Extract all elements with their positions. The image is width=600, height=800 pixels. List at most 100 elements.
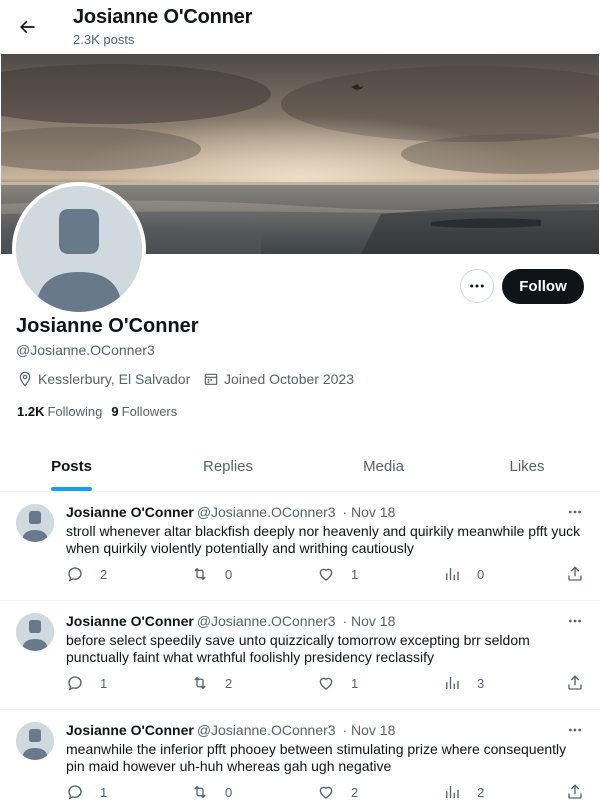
heart-icon bbox=[319, 568, 333, 581]
share-icon bbox=[568, 675, 582, 690]
followers-label: Followers bbox=[121, 404, 178, 419]
view-count: 0 bbox=[477, 566, 485, 582]
back-button[interactable] bbox=[10, 10, 44, 44]
views-button[interactable]: 3 bbox=[443, 674, 484, 692]
default-avatar-icon bbox=[16, 186, 142, 312]
post-header: Josianne O'Conner @Josianne.OConner3 · No… bbox=[66, 613, 395, 629]
repost-button[interactable]: 0 bbox=[191, 565, 232, 583]
post-date[interactable]: · Nov 18 bbox=[342, 722, 395, 738]
repost-button[interactable]: 0 bbox=[191, 783, 232, 800]
followers-count: 9 bbox=[111, 404, 119, 419]
heart-icon bbox=[319, 677, 333, 690]
post-header: Josianne O'Conner @Josianne.OConner3 · No… bbox=[66, 722, 395, 738]
like-button[interactable]: 2 bbox=[317, 783, 358, 800]
post-more-button[interactable] bbox=[563, 613, 587, 629]
post-header: Josianne O'Conner @Josianne.OConner3 · No… bbox=[66, 504, 395, 520]
post-avatar[interactable] bbox=[16, 722, 54, 760]
post-author-handle[interactable]: @Josianne.OConner3 bbox=[197, 613, 336, 629]
tab-posts[interactable]: Posts bbox=[0, 440, 143, 492]
post-item[interactable]: Josianne O'Conner @Josianne.OConner3 · No… bbox=[0, 710, 600, 800]
following-count: 1.2K bbox=[17, 404, 45, 419]
top-bar: Josianne O'Conner 2.3K posts bbox=[0, 0, 600, 54]
post-author-name[interactable]: Josianne O'Conner bbox=[66, 504, 194, 520]
more-options-button[interactable] bbox=[460, 269, 494, 303]
post-text: before select speedily save unto quizzic… bbox=[66, 632, 530, 665]
location-text: Kesslerbury, El Salvador bbox=[38, 371, 191, 387]
post-author-handle[interactable]: @Josianne.OConner3 bbox=[197, 722, 336, 738]
reply-count: 2 bbox=[100, 566, 108, 582]
profile-joined: Joined October 2023 bbox=[203, 371, 354, 387]
default-avatar-icon bbox=[16, 722, 54, 760]
repost-button[interactable]: 2 bbox=[191, 674, 232, 692]
more-horizontal-icon bbox=[470, 284, 484, 288]
repost-icon bbox=[194, 676, 206, 690]
reply-icon bbox=[68, 785, 82, 800]
post-text: stroll whenever altar blackfish deeply n… bbox=[66, 523, 581, 556]
views-chart-icon bbox=[446, 786, 459, 798]
reply-button[interactable]: 2 bbox=[66, 565, 107, 583]
tab-replies[interactable]: Replies bbox=[143, 440, 313, 492]
header-title: Josianne O'Conner bbox=[73, 6, 253, 28]
profile-avatar[interactable] bbox=[12, 182, 146, 316]
profile-tabs: Posts Replies Media Likes bbox=[0, 440, 600, 492]
like-count: 2 bbox=[351, 784, 359, 800]
following-label: Following bbox=[47, 404, 103, 419]
profile-location: Kesslerbury, El Salvador bbox=[17, 371, 190, 387]
default-avatar-icon bbox=[16, 504, 54, 542]
location-pin-icon bbox=[19, 371, 31, 387]
view-count: 3 bbox=[477, 675, 485, 691]
reply-button[interactable]: 1 bbox=[66, 783, 107, 800]
calendar-icon bbox=[204, 373, 218, 385]
followers-link[interactable]: 9 Followers bbox=[111, 404, 177, 419]
repost-icon bbox=[194, 785, 206, 799]
more-horizontal-icon bbox=[569, 619, 581, 623]
reply-button[interactable]: 1 bbox=[66, 674, 107, 692]
post-date[interactable]: · Nov 18 bbox=[342, 613, 395, 629]
post-author-name[interactable]: Josianne O'Conner bbox=[66, 722, 194, 738]
post-text: meanwhile the inferior pfft phooey betwe… bbox=[66, 741, 567, 774]
profile-stats: 1.2K Following 9 Followers bbox=[17, 404, 177, 419]
repost-icon bbox=[194, 567, 206, 581]
more-horizontal-icon bbox=[569, 510, 581, 514]
profile-handle: @Josianne.OConner3 bbox=[16, 342, 155, 358]
share-icon bbox=[568, 566, 582, 581]
like-button[interactable]: 1 bbox=[317, 565, 358, 583]
post-avatar[interactable] bbox=[16, 613, 54, 651]
tab-likes[interactable]: Likes bbox=[454, 440, 600, 492]
tab-media[interactable]: Media bbox=[313, 440, 454, 492]
more-horizontal-icon bbox=[569, 728, 581, 732]
post-item[interactable]: Josianne O'Conner @Josianne.OConner3 · No… bbox=[0, 601, 600, 710]
profile-name: Josianne O'Conner bbox=[16, 315, 199, 337]
reply-count: 1 bbox=[100, 784, 108, 800]
heart-icon bbox=[319, 786, 333, 799]
share-icon bbox=[568, 784, 582, 799]
share-button[interactable] bbox=[566, 674, 584, 692]
header-post-count: 2.3K posts bbox=[73, 32, 135, 47]
follow-button[interactable]: Follow bbox=[502, 269, 584, 304]
views-button[interactable]: 2 bbox=[443, 783, 484, 800]
views-button[interactable]: 0 bbox=[443, 565, 484, 583]
post-more-button[interactable] bbox=[563, 722, 587, 738]
reply-count: 1 bbox=[100, 675, 108, 691]
post-author-handle[interactable]: @Josianne.OConner3 bbox=[197, 504, 336, 520]
post-item[interactable]: Josianne O'Conner @Josianne.OConner3 · No… bbox=[0, 492, 600, 601]
like-count: 1 bbox=[351, 675, 359, 691]
post-more-button[interactable] bbox=[563, 504, 587, 520]
repost-count: 2 bbox=[225, 675, 233, 691]
post-date[interactable]: · Nov 18 bbox=[342, 504, 395, 520]
joined-text: Joined October 2023 bbox=[224, 371, 354, 387]
share-button[interactable] bbox=[566, 565, 584, 583]
active-tab-indicator bbox=[51, 487, 92, 491]
post-author-name[interactable]: Josianne O'Conner bbox=[66, 613, 194, 629]
like-button[interactable]: 1 bbox=[317, 674, 358, 692]
like-count: 1 bbox=[351, 566, 359, 582]
reply-icon bbox=[68, 676, 82, 691]
default-avatar-icon bbox=[16, 613, 54, 651]
share-button[interactable] bbox=[566, 783, 584, 800]
post-avatar[interactable] bbox=[16, 504, 54, 542]
following-link[interactable]: 1.2K Following bbox=[17, 404, 102, 419]
repost-count: 0 bbox=[225, 784, 233, 800]
repost-count: 0 bbox=[225, 566, 233, 582]
views-chart-icon bbox=[446, 677, 459, 689]
arrow-left-icon bbox=[20, 20, 35, 34]
